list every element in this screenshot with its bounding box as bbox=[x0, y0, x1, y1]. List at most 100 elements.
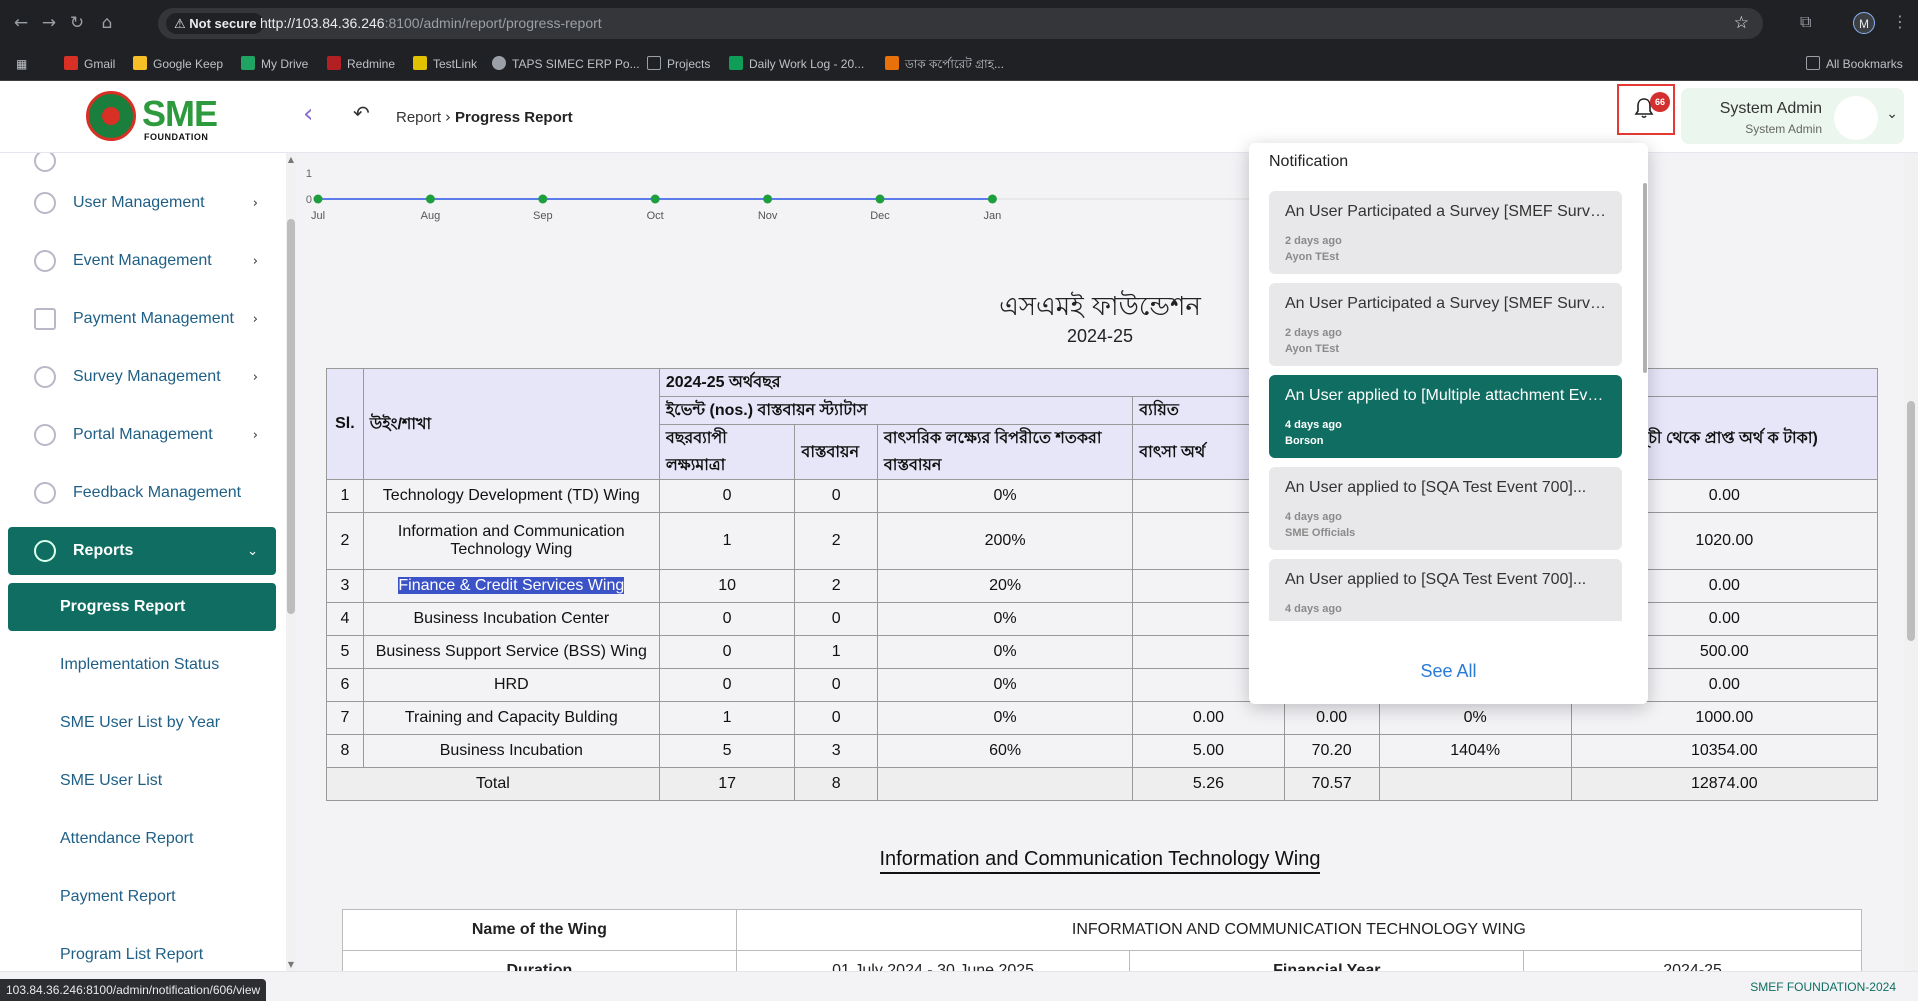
collapse-sidebar-icon[interactable]: ‹ bbox=[303, 99, 313, 129]
cell-done: 0 bbox=[794, 701, 878, 735]
total-done: 8 bbox=[794, 767, 878, 801]
data-point[interactable] bbox=[875, 194, 885, 204]
sidebar-subitem-sme-user-list-by-year[interactable]: SME User List by Year bbox=[8, 699, 276, 747]
sidebar-subitem-payment-report[interactable]: Payment Report bbox=[8, 873, 276, 921]
cell-done: 0 bbox=[794, 668, 878, 702]
sidebar-scrollbar[interactable]: ▲ ▼ bbox=[286, 153, 296, 971]
notification-button[interactable]: 66 bbox=[1617, 84, 1675, 135]
sidebar-item-label: User Management bbox=[73, 194, 205, 211]
header-wing: উইং/শাখা bbox=[362, 368, 660, 480]
bookmark-drive[interactable]: My Drive bbox=[241, 47, 308, 81]
chevron-right-icon: › bbox=[252, 254, 258, 269]
apps-grid-icon[interactable]: ▦ bbox=[16, 47, 27, 81]
footer: SMEF FOUNDATION-2024 bbox=[0, 971, 1918, 1001]
cell-pct: 0% bbox=[876, 668, 1134, 702]
selected-text[interactable]: Finance & Credit Services Wing bbox=[398, 577, 625, 594]
table-row: 8 Business Incubation 5 3 60% 5.00 70.20 1404% 1… bbox=[326, 734, 1879, 768]
scroll-up-icon[interactable]: ▲ bbox=[286, 155, 296, 164]
notification-item[interactable]: An User applied to [SQA Test Event 700].… bbox=[1269, 467, 1622, 550]
back-arrow-icon[interactable]: ← bbox=[10, 12, 32, 34]
sidebar-subitem-progress-report[interactable]: Progress Report bbox=[8, 583, 276, 631]
home-icon[interactable]: ⌂ bbox=[96, 12, 118, 34]
notification-item-highlighted[interactable]: An User applied to [Multiple attachment … bbox=[1269, 375, 1622, 458]
menu-icon[interactable]: ⋮ bbox=[1892, 12, 1908, 31]
notification-item[interactable]: An User applied to [SQA Test Event 700].… bbox=[1269, 559, 1622, 621]
keep-icon bbox=[133, 56, 147, 70]
address-bar[interactable]: ⚠ Not secure http://103.84.36.246:8100/a… bbox=[158, 8, 1763, 39]
forward-arrow-icon[interactable]: → bbox=[38, 12, 60, 34]
folder-icon bbox=[1806, 56, 1820, 70]
sidebar-item-user-management[interactable]: User Management › bbox=[8, 179, 276, 227]
sidebar-item-portal-management[interactable]: Portal Management › bbox=[8, 411, 276, 459]
bookmark-redmine[interactable]: Redmine bbox=[327, 47, 395, 81]
globe-icon bbox=[492, 56, 506, 70]
cell-pct: 0% bbox=[876, 479, 1134, 513]
sidebar-subitem-implementation-status[interactable]: Implementation Status bbox=[8, 641, 276, 689]
organization-title: এসএমই ফাউন্ডেশন bbox=[999, 292, 1201, 322]
bookmark-keep[interactable]: Google Keep bbox=[133, 47, 223, 81]
bookmark-star-icon[interactable]: ☆ bbox=[1734, 8, 1749, 39]
scrollbar-thumb[interactable] bbox=[1907, 401, 1915, 641]
data-point[interactable] bbox=[538, 194, 548, 204]
cell-c1: 5.00 bbox=[1132, 734, 1285, 768]
user-menu[interactable]: System Admin System Admin ⌄ bbox=[1681, 88, 1904, 144]
menu-item-icon bbox=[34, 153, 56, 172]
cell-done: 0 bbox=[794, 602, 878, 636]
bookmark-gmail[interactable]: Gmail bbox=[64, 47, 115, 81]
bookmark-dak[interactable]: ডাক কর্পোরেট গ্রাহ... bbox=[885, 47, 1004, 81]
data-point[interactable] bbox=[650, 194, 660, 204]
sidebar-subitem-sme-user-list[interactable]: SME User List bbox=[8, 757, 276, 805]
sidebar-item-event-management[interactable]: Event Management › bbox=[8, 237, 276, 285]
bookmark-testlink[interactable]: TestLink bbox=[413, 47, 477, 81]
drive-icon bbox=[241, 56, 255, 70]
reload-icon[interactable]: ↻ bbox=[66, 12, 88, 34]
main-scrollbar[interactable] bbox=[1904, 153, 1918, 971]
all-bookmarks[interactable]: All Bookmarks bbox=[1806, 47, 1903, 81]
total-c3 bbox=[1378, 767, 1572, 801]
payment-icon bbox=[34, 308, 56, 330]
cell-target: 5 bbox=[658, 734, 796, 768]
sidebar-subitem-label: Progress Report bbox=[60, 598, 186, 615]
chevron-right-icon: › bbox=[252, 428, 258, 443]
data-point[interactable] bbox=[763, 194, 773, 204]
bookmark-taps[interactable]: TAPS SIMEC ERP Po... bbox=[492, 47, 640, 81]
breadcrumb-parent[interactable]: Report bbox=[396, 109, 441, 126]
scroll-down-icon[interactable]: ▼ bbox=[286, 960, 296, 969]
cell-done: 3 bbox=[794, 734, 878, 768]
profile-avatar[interactable]: M bbox=[1853, 12, 1875, 34]
bookmark-worklog[interactable]: Daily Work Log - 20... bbox=[729, 47, 864, 81]
notification-count-badge: 66 bbox=[1650, 92, 1670, 112]
data-point[interactable] bbox=[987, 194, 997, 204]
breadcrumb: Report › Progress Report bbox=[396, 108, 573, 126]
total-c1: 5.26 bbox=[1132, 767, 1285, 801]
bookmarks-bar: ▦ Gmail Google Keep My Drive Redmine Tes… bbox=[0, 47, 1918, 81]
scrollbar-thumb[interactable] bbox=[287, 219, 295, 614]
extensions-icon[interactable]: ⧉ bbox=[1800, 12, 1811, 32]
data-point[interactable] bbox=[425, 194, 435, 204]
notification-item[interactable]: An User Participated a Survey [SMEF Surv… bbox=[1269, 283, 1622, 366]
notification-user: Ayon TEst bbox=[1285, 343, 1339, 355]
sidebar-subitem-program-list-report[interactable]: Program List Report bbox=[8, 931, 276, 971]
user-icon bbox=[34, 192, 56, 214]
security-chip[interactable]: ⚠ Not secure bbox=[166, 13, 265, 34]
cell-wing: HRD bbox=[362, 668, 660, 702]
notification-user: Ayon TEst bbox=[1285, 251, 1339, 263]
bookmark-projects[interactable]: Projects bbox=[647, 47, 710, 81]
notification-scrollbar[interactable] bbox=[1643, 183, 1647, 373]
sidebar-item-survey-management[interactable]: Survey Management › bbox=[8, 353, 276, 401]
sidebar-subitem-attendance-report[interactable]: Attendance Report bbox=[8, 815, 276, 863]
notification-title: Notification bbox=[1269, 153, 1349, 170]
see-all-link[interactable]: See All bbox=[1249, 661, 1648, 682]
sidebar-item-feedback-management[interactable]: Feedback Management bbox=[8, 469, 276, 517]
cell-received: 1000.00 bbox=[1570, 701, 1879, 735]
sidebar-subitem-label: Implementation Status bbox=[60, 656, 220, 673]
pie-chart-icon bbox=[34, 366, 56, 388]
url-text[interactable]: http://103.84.36.246:8100/admin/report/p… bbox=[260, 8, 602, 39]
data-point[interactable] bbox=[313, 194, 323, 204]
notification-time: 2 days ago bbox=[1285, 235, 1342, 247]
sidebar-item-payment-management[interactable]: Payment Management › bbox=[8, 295, 276, 343]
go-back-icon[interactable]: ↶ bbox=[353, 101, 370, 125]
sidebar-item-reports[interactable]: Reports ⌄ bbox=[8, 527, 276, 575]
notification-item[interactable]: An User Participated a Survey [SMEF Surv… bbox=[1269, 191, 1622, 274]
sme-logo-text: SME bbox=[142, 93, 218, 134]
